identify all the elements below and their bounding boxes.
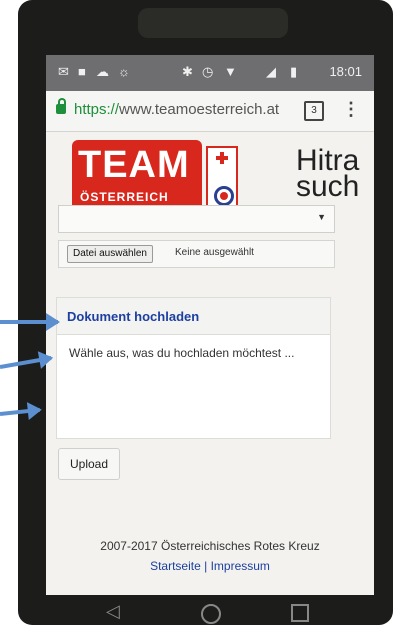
logo-line1: TEAM: [78, 144, 190, 186]
home-icon[interactable]: [201, 604, 221, 624]
url-text[interactable]: https://www.teamoesterreich.at: [74, 101, 299, 118]
choose-file-button[interactable]: Datei auswählen: [67, 245, 153, 263]
footer-copyright: 2007-2017 Österreichisches Rotes Kreuz: [100, 539, 320, 553]
alarm-icon: ◷: [202, 64, 214, 79]
file-input[interactable]: Datei auswählen Keine ausgewählt: [58, 240, 335, 268]
phone-screen: ✉ ■ ☁ ☼ ✱ ◷ ▼ ◢ ▮ 18:01 https://www.team…: [46, 55, 374, 595]
image-icon: ■: [78, 64, 86, 79]
more-menu-icon[interactable]: ⋮: [342, 99, 360, 120]
tab-count-button[interactable]: 3: [304, 101, 324, 121]
phone-speaker: [138, 8, 288, 38]
team-oesterreich-logo[interactable]: TEAM ÖSTERREICH: [72, 140, 242, 212]
recent-apps-icon[interactable]: [291, 604, 309, 622]
footer-links: Startseite | Impressum: [46, 559, 374, 573]
sun-icon: ☼: [118, 64, 130, 79]
url-scheme: https://: [74, 101, 120, 118]
web-page: TEAM ÖSTERREICH Hitra such Dokument hoch…: [46, 132, 374, 595]
upload-button[interactable]: Upload: [58, 448, 120, 480]
panel-title: Dokument hochladen: [67, 309, 200, 324]
android-nav-bar: ◁: [46, 598, 374, 625]
annotation-arrow-select: [0, 313, 60, 331]
page-headline: Hitra such: [296, 144, 360, 203]
status-time: 18:01: [329, 64, 362, 79]
lock-icon: [56, 98, 66, 114]
document-type-label: Wähle aus, was du hochladen möchtest ...: [69, 346, 295, 360]
cloud-icon: ☁: [96, 64, 109, 79]
footer-link-imprint[interactable]: Impressum: [211, 559, 270, 573]
back-icon[interactable]: ◁: [106, 601, 120, 622]
footer-separator: |: [204, 559, 208, 573]
upload-panel: Dokument hochladen Wähle aus, was du hoc…: [56, 297, 331, 439]
bluetooth-icon: ✱: [182, 64, 193, 79]
logo-line2: ÖSTERREICH: [80, 190, 169, 204]
signal-icon: ◢: [266, 64, 276, 79]
url-host: www.teamoesterreich.at: [119, 101, 280, 118]
logo-partner-box: [206, 146, 238, 212]
footer-link-home[interactable]: Startseite: [150, 559, 201, 573]
panel-header: Dokument hochladen: [57, 298, 330, 335]
wifi-icon: ▼: [224, 64, 237, 79]
red-cross-icon: [216, 152, 228, 164]
chevron-down-icon: ▼: [317, 212, 326, 222]
file-status: Keine ausgewählt: [175, 247, 254, 258]
address-bar[interactable]: https://www.teamoesterreich.at 3 ⋮: [46, 91, 374, 132]
status-bar: ✉ ■ ☁ ☼ ✱ ◷ ▼ ◢ ▮ 18:01: [46, 55, 374, 91]
radio-logo-icon: [214, 186, 234, 206]
mail-icon: ✉: [58, 64, 69, 79]
document-type-select[interactable]: ▼: [58, 205, 335, 233]
battery-icon: ▮: [290, 64, 298, 79]
logo-badge: TEAM ÖSTERREICH: [72, 140, 202, 212]
